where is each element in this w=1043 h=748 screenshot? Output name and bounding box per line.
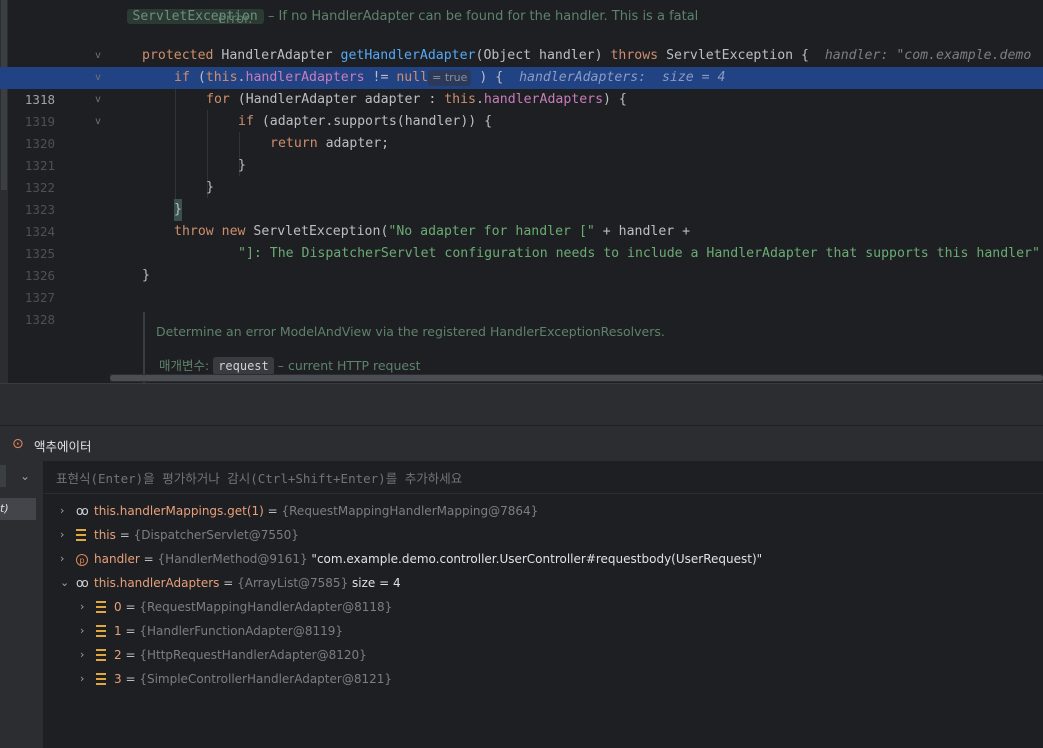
line-number[interactable]: 1328 xyxy=(20,309,55,331)
variable-ref: {DispatcherServlet@7550} xyxy=(133,528,299,542)
inlay-value-hint: = true xyxy=(428,70,472,86)
code-text: throw new ServletException("No adapter f… xyxy=(174,224,691,239)
variable-ref: {SimpleControllerHandlerAdapter@8121} xyxy=(139,672,392,686)
rendered-javadoc: Determine an error ModelAndView via the … xyxy=(143,312,1043,383)
variable-name: 0 xyxy=(114,600,122,614)
javadoc-params: 매개변수: request – current HTTP request xyxy=(159,355,421,375)
code-text: if (adapter.supports(handler)) { xyxy=(238,114,493,129)
variable-ref: {HttpRequestHandlerAdapter@8120} xyxy=(139,648,367,662)
fold-chevron-icon[interactable]: v xyxy=(95,111,101,133)
variable-ref: {HandlerFunctionAdapter@8119} xyxy=(139,624,344,638)
expand-chevron-icon[interactable]: › xyxy=(60,548,72,570)
variable-value: "com.example.demo.controller.UserControl… xyxy=(307,552,763,566)
code-text: for (HandlerAdapter adapter : this.handl… xyxy=(206,92,627,107)
javadoc-throws-text: – If no HandlerAdapter can be found for … xyxy=(263,9,699,24)
code-text: protected HandlerAdapter getHandlerAdapt… xyxy=(142,48,1032,63)
thread-selector[interactable] xyxy=(0,465,6,487)
param-chip: request xyxy=(213,357,274,375)
variable-name: 1 xyxy=(114,624,122,638)
expand-chevron-icon[interactable]: › xyxy=(80,644,92,666)
fold-chevron-icon[interactable]: v xyxy=(95,67,101,89)
watch-glasses-icon: oo xyxy=(76,504,89,518)
field-icon xyxy=(76,524,92,548)
code-line-1327[interactable]: 1327 } xyxy=(0,265,1043,305)
code-line-1320[interactable]: 1320 v if (adapter.supports(handler)) { xyxy=(0,111,1043,151)
frames-panel: ⌄ t) xyxy=(0,461,44,748)
debug-toolbar-area xyxy=(0,383,1043,426)
inline-debug-value: handlerAdapters: size = 4 xyxy=(503,70,726,85)
horizontal-scrollbar[interactable] xyxy=(110,374,1043,382)
chevron-down-icon[interactable]: ⌄ xyxy=(20,469,30,483)
variable-value: size = 4 xyxy=(348,576,401,590)
code-line-1323[interactable]: 1323 } xyxy=(0,177,1043,217)
code-text: } xyxy=(238,158,246,173)
code-text: "]: The DispatcherServlet configuration … xyxy=(238,246,1040,261)
expand-chevron-icon[interactable]: › xyxy=(80,668,92,690)
variable-ref: {RequestMappingHandlerAdapter@8118} xyxy=(139,600,393,614)
variable-name: this.handlerAdapters xyxy=(94,576,220,590)
expression-bar xyxy=(44,461,1043,494)
code-line-1324[interactable]: 1324 } xyxy=(0,199,1043,239)
watch-glasses-icon: oo xyxy=(76,576,89,590)
code-text: } xyxy=(206,180,214,195)
actuator-icon[interactable]: ⊙ xyxy=(12,436,24,452)
variable-ref: {HandlerMethod@9161} xyxy=(157,552,308,566)
code-line-1322[interactable]: 1322 } xyxy=(0,155,1043,195)
variables-panel: › oo this.handlerMappings.get(1) = {Requ… xyxy=(44,461,1043,748)
javadoc-description: Determine an error ModelAndView via the … xyxy=(156,324,665,339)
field-icon xyxy=(96,596,112,620)
variable-name: 3 xyxy=(114,672,122,686)
variable-name: handler xyxy=(94,552,140,566)
field-icon xyxy=(96,668,112,692)
code-line-1318-current[interactable]: 1318 v if (this.handlerAdapters != null =… xyxy=(0,67,1043,107)
scrollbar-thumb[interactable] xyxy=(110,375,1043,381)
javadoc-error-line: error. xyxy=(218,12,253,27)
variable-name: this.handlerMappings.get(1) xyxy=(94,504,264,518)
param-description: – current HTTP request xyxy=(273,358,421,373)
field-icon xyxy=(96,644,112,668)
expand-chevron-icon[interactable]: › xyxy=(60,500,72,522)
field-icon xyxy=(96,620,112,644)
expand-chevron-icon[interactable]: › xyxy=(80,596,92,618)
inline-debug-value: handler: "com.example.demo xyxy=(808,48,1032,63)
code-line-1325[interactable]: 1325 throw new ServletException("No adap… xyxy=(0,221,1043,261)
debug-panel-header: ⊙ 액추에이터 xyxy=(0,425,1043,462)
expression-input[interactable] xyxy=(54,467,958,489)
code-line-1317[interactable]: 1317 v protected HandlerAdapter getHandl… xyxy=(0,45,1043,85)
selected-frame[interactable]: t) xyxy=(0,498,36,520)
code-text: } xyxy=(142,268,150,283)
code-editor[interactable]: ServletException – If no HandlerAdapter … xyxy=(0,0,1043,383)
collapse-chevron-icon[interactable]: ⌄ xyxy=(60,572,72,594)
javadoc-throws-line: ServletException – If no HandlerAdapter … xyxy=(110,0,698,39)
code-text: return adapter; xyxy=(270,136,390,151)
variable-name: 2 xyxy=(114,648,122,662)
expand-chevron-icon[interactable]: › xyxy=(60,524,72,546)
expand-chevron-icon[interactable]: › xyxy=(80,620,92,642)
matching-brace: } xyxy=(174,199,182,221)
params-label: 매개변수: xyxy=(159,358,214,373)
code-line-1328[interactable]: 1328 xyxy=(0,287,1043,327)
code-line-1326[interactable]: 1326 "]: The DispatcherServlet configura… xyxy=(0,243,1043,283)
parameter-icon: p xyxy=(76,548,92,570)
fold-chevron-icon[interactable]: v xyxy=(95,45,101,67)
variable-ref: {ArrayList@7585} xyxy=(237,576,349,590)
code-line-1319[interactable]: 1319 v for (HandlerAdapter adapter : thi… xyxy=(0,89,1043,129)
code-line-1321[interactable]: 1321 return adapter; xyxy=(0,133,1043,173)
code-text: if (this.handlerAdapters != null = true )… xyxy=(174,70,726,86)
variable-name: this xyxy=(94,528,116,542)
variable-ref: {RequestMappingHandlerMapping@7864} xyxy=(281,504,539,518)
fold-chevron-icon[interactable]: v xyxy=(95,89,101,111)
tab-actuator[interactable]: 액추에이터 xyxy=(34,436,92,455)
